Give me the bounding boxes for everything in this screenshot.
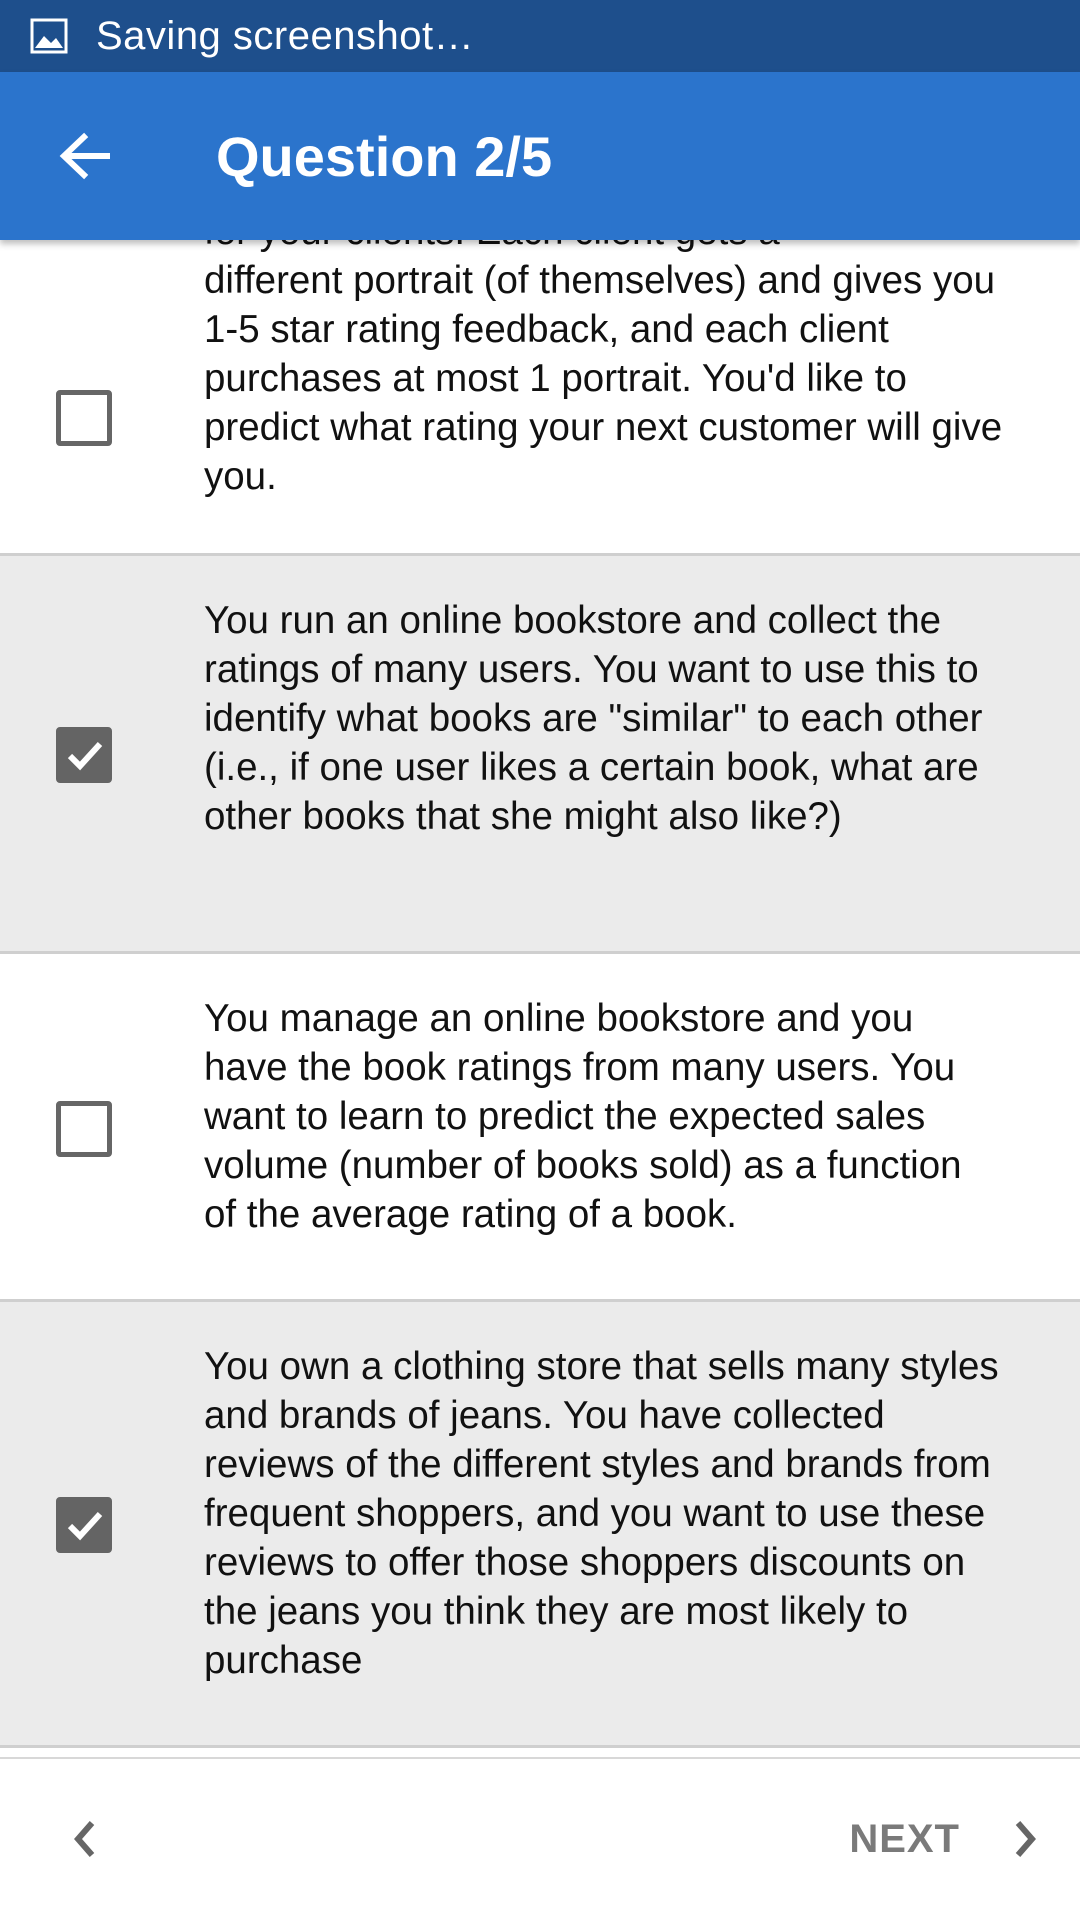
option-text-1-partial-line: for your clients. Each client gets a	[204, 240, 1004, 256]
option-row-4[interactable]: You own a clothing store that sells many…	[0, 1302, 1080, 1748]
bottom-navigation: NEXT	[0, 1757, 1080, 1920]
option-text-2: You run an online bookstore and collect …	[204, 599, 983, 838]
option-row-1[interactable]: for your clients. Each client gets a dif…	[0, 240, 1080, 556]
image-icon	[30, 18, 68, 54]
page-title: Question 2/5	[216, 124, 553, 188]
option-text-3: You manage an online bookstore and you h…	[204, 997, 962, 1236]
option-checkbox-1[interactable]	[56, 390, 112, 446]
chevron-right-icon	[1015, 1821, 1036, 1857]
option-checkbox-2[interactable]	[56, 727, 112, 783]
chevron-left-icon	[74, 1821, 95, 1857]
checkmark-icon	[67, 741, 103, 771]
status-text: Saving screenshot…	[96, 13, 475, 58]
option-checkbox-3[interactable]	[56, 1101, 112, 1157]
checkmark-icon	[67, 1511, 103, 1541]
options-list[interactable]: for your clients. Each client gets a dif…	[0, 240, 1080, 1754]
next-button[interactable]: NEXT	[849, 1799, 1040, 1879]
back-button[interactable]	[24, 96, 144, 216]
option-checkbox-4[interactable]	[56, 1497, 112, 1553]
option-row-2[interactable]: You run an online bookstore and collect …	[0, 556, 1080, 954]
option-row-3[interactable]: You manage an online bookstore and you h…	[0, 954, 1080, 1302]
option-text-4: You own a clothing store that sells many…	[204, 1345, 999, 1682]
previous-button[interactable]	[56, 1799, 112, 1879]
app-bar: Question 2/5	[0, 72, 1080, 240]
next-label: NEXT	[849, 1816, 960, 1861]
option-text-1-body: different portrait (of themselves) and g…	[204, 259, 1003, 498]
status-bar: Saving screenshot…	[0, 0, 1080, 72]
arrow-back-icon	[59, 132, 110, 180]
option-text-1: for your clients. Each client gets a dif…	[204, 240, 1004, 501]
